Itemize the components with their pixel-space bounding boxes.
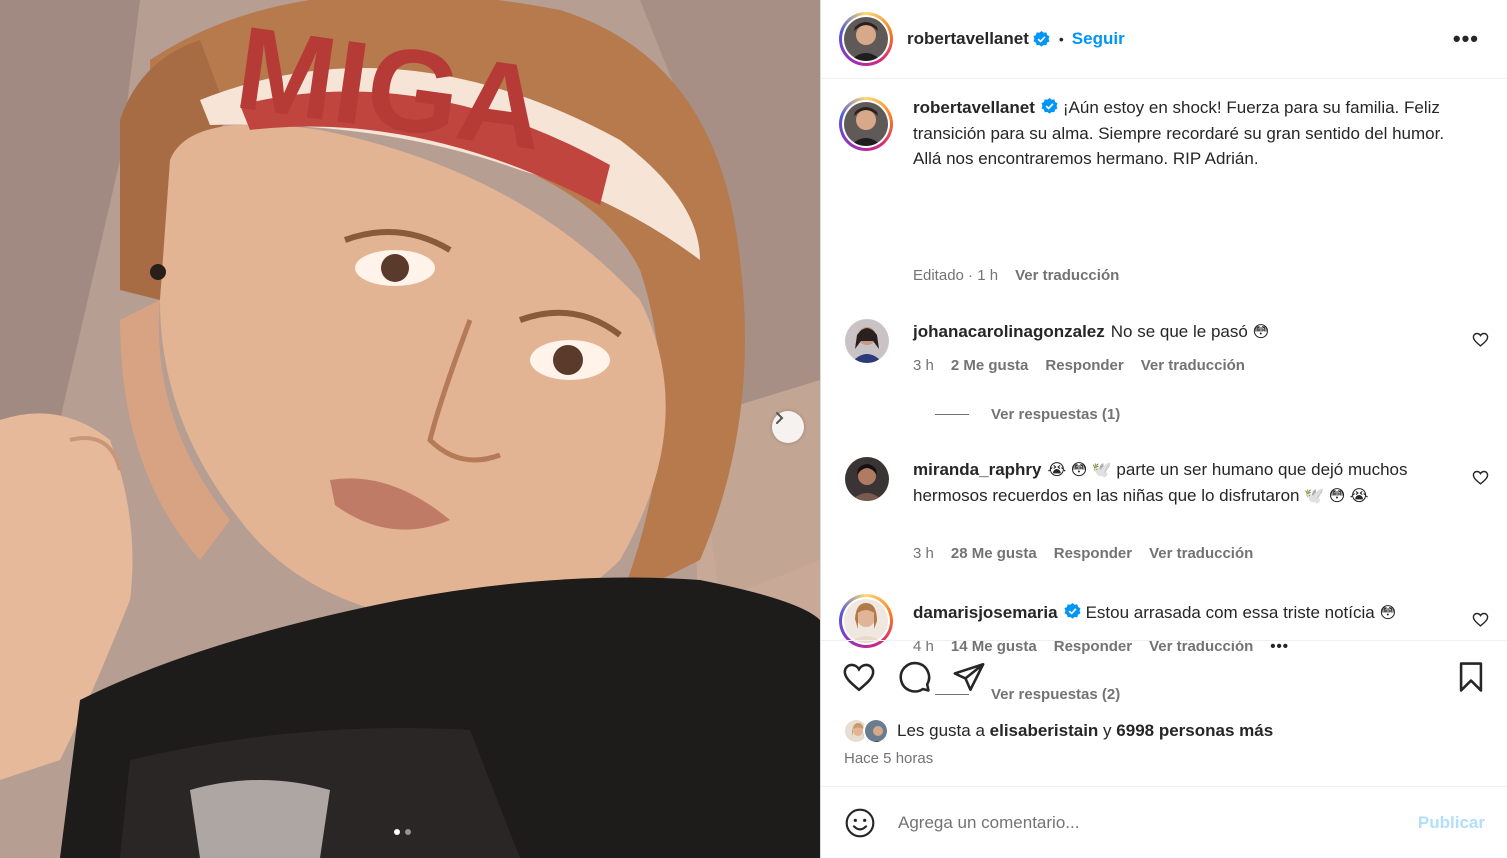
view-replies-button[interactable]: Ver respuestas (1)	[935, 406, 1120, 423]
liker-username[interactable]: elisaberistain	[990, 721, 1099, 741]
comment-input[interactable]	[898, 809, 1378, 837]
carousel-dot	[405, 829, 411, 835]
likes-conjunction: y	[1103, 721, 1112, 740]
likes-others-count[interactable]: 6998 personas más	[1116, 721, 1273, 741]
next-slide-button[interactable]	[772, 411, 804, 443]
verified-badge-icon	[1064, 603, 1081, 619]
comment-username[interactable]: miranda_raphry	[913, 460, 1042, 479]
carousel-dot	[394, 829, 400, 835]
smile-icon[interactable]	[844, 807, 876, 839]
author-username[interactable]: robertavellanet	[907, 29, 1029, 49]
share-icon[interactable]	[952, 660, 986, 694]
bookmark-icon[interactable]	[1454, 660, 1488, 694]
post-photo: MIGA	[0, 0, 820, 858]
verified-badge-icon	[1033, 30, 1050, 47]
caption-edited-time: Editado · 1 h	[913, 267, 999, 284]
likes-summary[interactable]: Les gusta a elisaberistain y 6998 person…	[843, 718, 1273, 744]
comment-time: 3 h	[913, 545, 934, 562]
comment-username[interactable]: johanacarolinagonzalez	[913, 322, 1105, 341]
comment-reply-button[interactable]: Responder	[1045, 357, 1123, 374]
comment-emoji: 😭 😳 🕊️	[1047, 462, 1112, 479]
post-media[interactable]: MIGA	[0, 0, 820, 858]
comment-text: No se que le pasó	[1110, 322, 1248, 341]
liker-avatar	[863, 718, 889, 744]
add-comment-bar: Publicar	[821, 786, 1507, 858]
comment-like-heart-icon[interactable]	[1472, 469, 1489, 486]
avatar-photo	[844, 102, 888, 146]
caption-author-avatar[interactable]	[839, 97, 893, 151]
view-replies-label: Ver respuestas (2)	[991, 686, 1121, 703]
comment-text: Estou arrasada com essa triste notícia	[1085, 603, 1375, 622]
comment-emoji: 🕊️ 😳 😭	[1304, 487, 1369, 505]
comment-like-heart-icon[interactable]	[1472, 611, 1489, 628]
caption-username[interactable]: robertavellanet	[913, 98, 1035, 117]
post-header: robertavellanet • Seguir •••	[821, 0, 1507, 79]
author-avatar[interactable]	[839, 12, 893, 66]
more-options-button[interactable]: •••	[1453, 26, 1479, 52]
comment-translate-link[interactable]: Ver traducción	[1141, 357, 1245, 374]
likes-prefix: Les gusta a	[897, 721, 985, 740]
heart-icon[interactable]	[842, 660, 876, 694]
comment-reply-button[interactable]: Responder	[1054, 545, 1132, 562]
comment-icon[interactable]	[898, 660, 932, 694]
header-separator: •	[1058, 31, 1064, 47]
avatar-photo	[844, 17, 888, 61]
comment-likes-count[interactable]: 28 Me gusta	[951, 545, 1037, 562]
comment-translate-link[interactable]: Ver traducción	[1149, 545, 1253, 562]
caption-translate-link[interactable]: Ver traducción	[1015, 267, 1119, 284]
post-actions: Les gusta a elisaberistain y 6998 person…	[821, 640, 1507, 767]
comment-emoji: 😳	[1379, 605, 1397, 622]
comments-list[interactable]: robertavellanet ¡Aún estoy en shock! Fuer…	[821, 79, 1507, 703]
post-details-panel: robertavellanet • Seguir ••• robertavell…	[820, 0, 1507, 858]
avatar-photo	[845, 457, 889, 501]
comment-username[interactable]: damarisjosemaria	[913, 603, 1058, 622]
commenter-avatar[interactable]	[845, 457, 889, 501]
view-replies-label: Ver respuestas (1)	[991, 406, 1121, 423]
avatar-photo	[845, 319, 889, 363]
commenter-avatar[interactable]	[845, 319, 889, 363]
comment-emoji: 😳	[1252, 324, 1270, 341]
follow-button[interactable]: Seguir	[1072, 29, 1125, 49]
chevron-right-icon	[776, 412, 784, 424]
avatar-photo	[844, 599, 888, 643]
comment-likes-count[interactable]: 2 Me gusta	[951, 357, 1029, 374]
comment-time: 3 h	[913, 357, 934, 374]
post-timestamp: Hace 5 horas	[844, 750, 934, 767]
carousel-indicator	[394, 829, 411, 835]
verified-badge-icon	[1041, 98, 1058, 114]
likers-avatars	[843, 718, 893, 744]
publish-button[interactable]: Publicar	[1418, 813, 1485, 833]
comment-like-heart-icon[interactable]	[1472, 331, 1489, 348]
